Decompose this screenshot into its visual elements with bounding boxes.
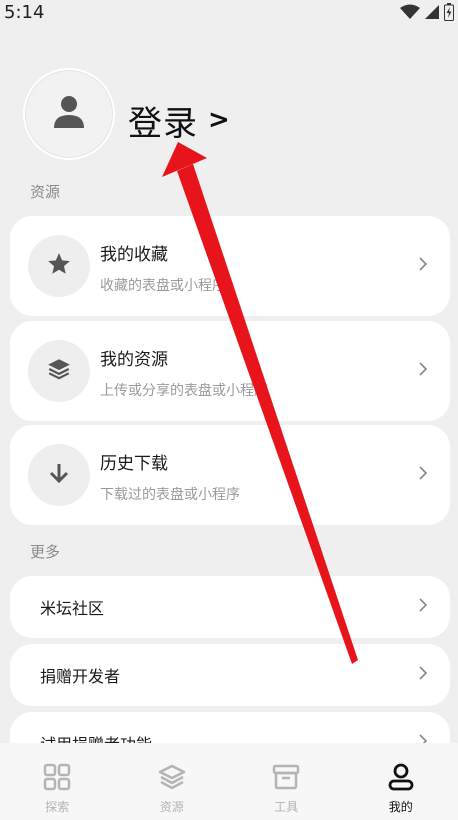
more-item-label: 捐赠开发者 — [40, 667, 121, 686]
card-favorites[interactable]: 我的收藏 收藏的表盘或小程序 — [10, 216, 450, 316]
card-subtitle: 上传或分享的表盘或小程序 — [100, 383, 268, 399]
card-title: 我的收藏 — [100, 245, 168, 265]
nav-label: 工具 — [274, 800, 299, 814]
card-title: 历史下载 — [100, 454, 168, 474]
chevron-right-icon — [418, 361, 428, 381]
more-item-community[interactable]: 米坛社区 — [10, 576, 450, 638]
chevron-right-icon — [418, 465, 428, 485]
nav-tab-tools[interactable]: 工具 — [229, 743, 344, 820]
grid-icon — [43, 763, 71, 795]
wifi-icon — [400, 4, 420, 24]
section-label-resources: 资源 — [30, 183, 61, 201]
section-label-more: 更多 — [30, 543, 61, 561]
person-icon — [53, 95, 85, 133]
layers-icon — [158, 763, 186, 795]
card-title: 我的资源 — [100, 350, 168, 370]
nav-label: 我的 — [388, 800, 413, 814]
screen: 5:14 登录 > 资源 我的收藏 收藏的表盘或小程序 我的资源 上传或分享的表… — [0, 0, 458, 820]
battery-icon — [444, 3, 454, 25]
card-download-history[interactable]: 历史下载 下载过的表盘或小程序 — [10, 425, 450, 525]
nav-tab-explore[interactable]: 探索 — [0, 743, 115, 820]
star-icon — [46, 251, 72, 281]
more-item-donate[interactable]: 捐赠开发者 — [10, 644, 450, 706]
chevron-right-icon — [418, 597, 428, 617]
login-label: 登录 — [128, 103, 198, 144]
status-bar: 5:14 — [0, 0, 458, 26]
card-icon-circle — [28, 444, 90, 506]
card-my-resources[interactable]: 我的资源 上传或分享的表盘或小程序 — [10, 321, 450, 421]
chevron-right-icon — [418, 665, 428, 685]
signal-icon — [424, 4, 440, 24]
more-item-label: 米坛社区 — [40, 599, 105, 618]
card-icon-circle — [28, 235, 90, 297]
bottom-nav: 探索 资源 工具 我的 — [0, 743, 458, 820]
nav-tab-mine[interactable]: 我的 — [344, 743, 458, 820]
person-icon — [387, 763, 415, 795]
status-icons — [400, 3, 454, 25]
download-icon — [47, 461, 71, 489]
nav-label: 资源 — [159, 800, 184, 814]
layers-icon — [46, 356, 72, 386]
archive-icon — [272, 763, 300, 795]
card-subtitle: 下载过的表盘或小程序 — [100, 487, 240, 503]
chevron-right-icon — [418, 256, 428, 276]
login-button[interactable]: 登录 > — [128, 96, 230, 144]
nav-tab-resources[interactable]: 资源 — [115, 743, 230, 820]
card-subtitle: 收藏的表盘或小程序 — [100, 278, 226, 294]
nav-label: 探索 — [45, 800, 70, 814]
login-arrow: > — [208, 105, 230, 135]
avatar[interactable] — [23, 68, 115, 160]
card-icon-circle — [28, 340, 90, 402]
status-time: 5:14 — [4, 2, 45, 23]
